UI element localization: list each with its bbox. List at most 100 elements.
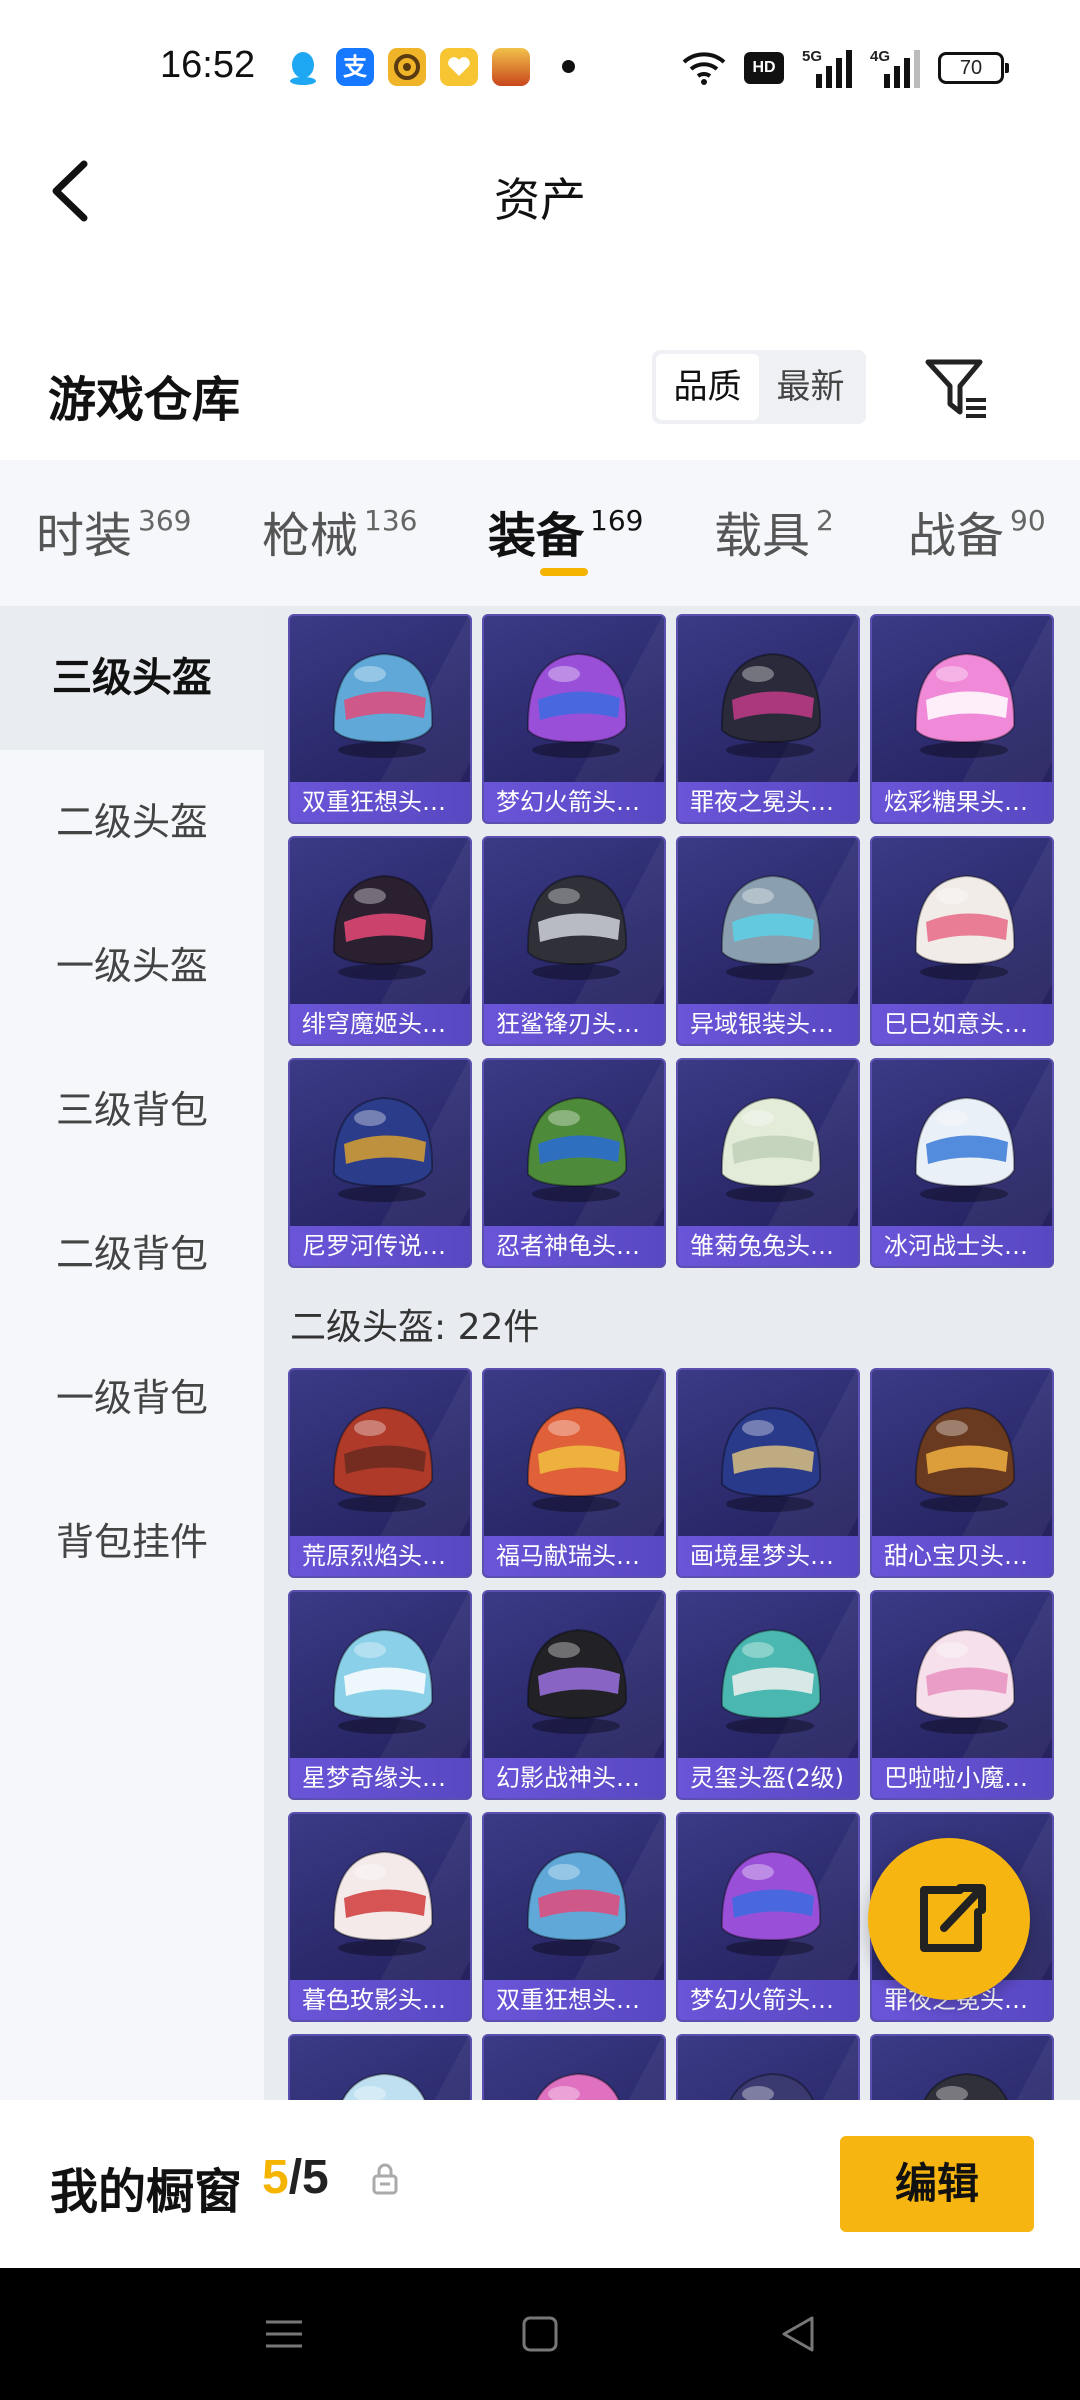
tab-equipment[interactable]: 装备 169 <box>488 496 643 566</box>
home-icon[interactable] <box>516 2310 564 2358</box>
tab-fashion[interactable]: 时装 369 <box>36 496 191 566</box>
item-name-label: 荒原烈焰头盔... <box>290 1536 470 1576</box>
item-name-label: 甜心宝贝头盔... <box>872 1536 1052 1576</box>
helmet-item-card[interactable]: 罪夜之冕头盔... <box>676 614 860 824</box>
helmet-item-card[interactable]: 星梦奇缘头盔... <box>288 1590 472 1800</box>
helmet-item-card[interactable]: 雏菊兔兔头盔... <box>676 1058 860 1268</box>
tab-label: 时装 <box>36 508 133 564</box>
helmet-item-card[interactable]: 灵玺头盔(2级) <box>676 1590 860 1800</box>
helmet-image <box>720 1628 822 1734</box>
item-name-label: 灵玺头盔(2级) <box>678 1758 858 1798</box>
signal-4g-icon: 4G <box>870 48 920 88</box>
item-name-label: 梦幻火箭头盔... <box>484 782 664 822</box>
helmet-item-card[interactable]: 异域银装头盔... <box>676 836 860 1046</box>
qq-icon <box>284 48 322 86</box>
helmet-image <box>332 1628 434 1734</box>
sidebar-item-level3-backpack[interactable]: 三级背包 <box>0 1038 264 1182</box>
item-name-label: 双重狂想头盔... <box>484 1980 664 2020</box>
helmet-image <box>914 652 1016 758</box>
helmet-item-card[interactable]: 双重狂想头盔... <box>482 1812 666 2022</box>
app-header: 资产 <box>0 136 1080 246</box>
tab-vehicles[interactable]: 载具 2 <box>714 496 834 566</box>
signal-5g-icon: 5G <box>802 48 852 88</box>
sort-option-quality[interactable]: 品质 <box>656 354 759 420</box>
back-triangle-icon[interactable] <box>774 2310 822 2358</box>
battery-icon: 70 <box>938 52 1009 84</box>
helmet-image <box>720 1406 822 1512</box>
helmet-image <box>720 652 822 758</box>
helmet-item-card[interactable] <box>870 2034 1054 2100</box>
helmet-item-card[interactable]: 梦幻火箭头盔... <box>676 1812 860 2022</box>
sidebar-item-backpack-charm[interactable]: 背包挂件 <box>0 1470 264 1614</box>
helmet-item-card[interactable]: 暮色玫影头盔... <box>288 1812 472 2022</box>
wifi-icon <box>682 52 726 85</box>
item-name-label: 狂鲨锋刃头盔... <box>484 1004 664 1044</box>
showcase-count: 5/5 <box>262 2150 329 2205</box>
helmet-item-card[interactable] <box>288 2034 472 2100</box>
helmet-item-card[interactable]: 梦幻火箭头盔... <box>482 614 666 824</box>
status-bar: 16:52 支 HD 5G 4G 70 <box>0 0 1080 136</box>
sidebar-item-level3-helmet[interactable]: 三级头盔 <box>0 606 264 750</box>
helmet-item-card[interactable]: 巴啦啦小魔仙... <box>870 1590 1054 1800</box>
helmet-item-card[interactable]: 绯穹魔姬头盔... <box>288 836 472 1046</box>
sidebar-item-level2-backpack[interactable]: 二级背包 <box>0 1182 264 1326</box>
item-name-label: 福马献瑞头盔... <box>484 1536 664 1576</box>
edit-button[interactable]: 编辑 <box>840 2136 1034 2232</box>
item-name-label: 尼罗河传说头... <box>290 1226 470 1266</box>
helmet-image <box>914 1628 1016 1734</box>
tab-count: 2 <box>816 504 834 537</box>
filter-icon[interactable] <box>922 354 990 422</box>
helmet-image <box>720 874 822 980</box>
helmet-image <box>914 1406 1016 1512</box>
helmet-image <box>729 2072 814 2100</box>
tab-weapons[interactable]: 枪械 136 <box>262 496 417 566</box>
helmet-image <box>720 1850 822 1956</box>
tab-supplies[interactable]: 战备 90 <box>908 496 1046 566</box>
tab-label: 载具 <box>714 508 811 564</box>
sidebar-item-level2-helmet[interactable]: 二级头盔 <box>0 750 264 894</box>
warehouse-bar: 游戏仓库 品质 最新 <box>0 330 1080 450</box>
sidebar-item-level1-helmet[interactable]: 一级头盔 <box>0 894 264 1038</box>
system-navigation-bar <box>0 2268 1080 2400</box>
helmet-image <box>332 874 434 980</box>
share-button[interactable] <box>868 1838 1030 2000</box>
sort-option-latest[interactable]: 最新 <box>759 354 862 420</box>
sidebar-item-level1-backpack[interactable]: 一级背包 <box>0 1326 264 1470</box>
helmet-item-card[interactable]: 狂鲨锋刃头盔... <box>482 836 666 1046</box>
helmet-item-card[interactable]: 巳巳如意头盔... <box>870 836 1054 1046</box>
helmet-item-card[interactable]: 荒原烈焰头盔... <box>288 1368 472 1578</box>
tab-count: 136 <box>364 504 418 537</box>
helmet-image <box>526 1096 628 1202</box>
tab-count: 169 <box>590 504 644 537</box>
helmet-image <box>332 1096 434 1202</box>
showcase-separator: / <box>288 2151 303 2204</box>
status-indicators: HD 5G 4G 70 <box>682 46 1009 90</box>
item-name-label: 炫彩糖果头盔... <box>872 782 1052 822</box>
helmet-item-card[interactable] <box>482 2034 666 2100</box>
helmet-image <box>526 1628 628 1734</box>
helmet-item-card[interactable]: 冰河战士头盔... <box>870 1058 1054 1268</box>
showcase-bar: 我的橱窗 5/5 编辑 <box>0 2100 1080 2268</box>
helmet-image <box>332 1850 434 1956</box>
helmet-item-card[interactable]: 忍者神龟头盔... <box>482 1058 666 1268</box>
page-title: 资产 <box>494 173 586 227</box>
helmet-image <box>720 1096 822 1202</box>
helmet-item-card[interactable]: 福马献瑞头盔... <box>482 1368 666 1578</box>
helmet-image <box>535 2072 620 2100</box>
menu-icon[interactable] <box>260 2310 308 2358</box>
helmet-item-card[interactable]: 尼罗河传说头... <box>288 1058 472 1268</box>
helmet-item-card[interactable]: 双重狂想头盔... <box>288 614 472 824</box>
item-name-label: 巴啦啦小魔仙... <box>872 1758 1052 1798</box>
helmet-image <box>332 652 434 758</box>
helmet-item-card[interactable]: 画境星梦头盔... <box>676 1368 860 1578</box>
heart-app-icon <box>440 48 478 86</box>
helmet-item-card[interactable]: 炫彩糖果头盔... <box>870 614 1054 824</box>
helmet-item-card[interactable]: 甜心宝贝头盔... <box>870 1368 1054 1578</box>
tab-count: 90 <box>1010 504 1046 537</box>
helmet-item-card[interactable] <box>676 2034 860 2100</box>
helmet-image <box>914 1096 1016 1202</box>
helmet-image <box>526 874 628 980</box>
item-name-label: 巳巳如意头盔... <box>872 1004 1052 1044</box>
helmet-image <box>526 1850 628 1956</box>
helmet-item-card[interactable]: 幻影战神头盔... <box>482 1590 666 1800</box>
